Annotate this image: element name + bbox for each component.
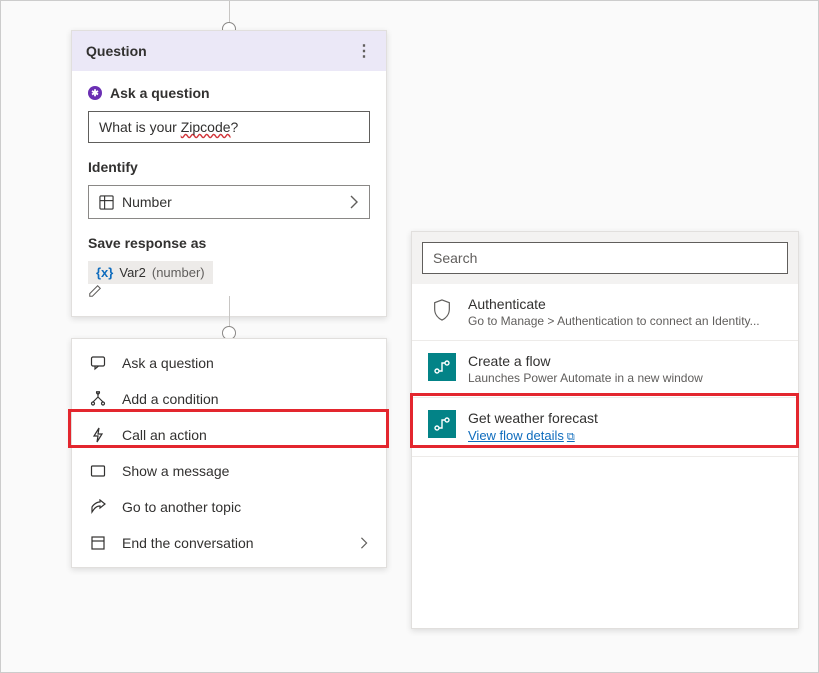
identify-label: Identify	[88, 159, 370, 175]
menu-go-to-topic[interactable]: Go to another topic	[72, 489, 386, 525]
menu-ask-question[interactable]: Ask a question	[72, 345, 386, 381]
entity-icon	[99, 195, 114, 210]
bolt-icon	[90, 427, 108, 443]
end-icon	[90, 535, 108, 551]
save-response-label: Save response as	[88, 235, 370, 251]
flow-icon	[428, 353, 456, 381]
panel-item-subtitle: Launches Power Automate in a new window	[468, 371, 782, 385]
card-menu-kebab-icon[interactable]: ⋮	[356, 41, 372, 61]
chat-icon	[90, 355, 108, 371]
search-input[interactable]: Search	[422, 242, 788, 274]
panel-item-title: Get weather forecast	[468, 410, 782, 426]
add-node-menu: Ask a question Add a condition Call an a…	[71, 338, 387, 568]
card-title: Question	[86, 43, 147, 59]
chevron-right-icon	[360, 537, 368, 549]
share-icon	[90, 499, 108, 515]
identify-dropdown[interactable]: Number	[88, 185, 370, 219]
external-link-icon: ⧉	[567, 431, 575, 443]
flow-icon	[428, 410, 456, 438]
view-flow-details-link[interactable]: View flow details⧉	[468, 428, 782, 444]
card-header: Question ⋮	[72, 31, 386, 71]
variable-chip[interactable]: {x} Var2 (number)	[88, 261, 213, 284]
menu-show-message[interactable]: Show a message	[72, 453, 386, 489]
panel-item-subtitle: Go to Manage > Authentication to connect…	[468, 314, 782, 328]
branch-icon	[90, 391, 108, 407]
panel-item-title: Authenticate	[468, 296, 782, 312]
panel-item-get-weather[interactable]: Get weather forecast View flow details⧉	[412, 398, 798, 457]
menu-call-action[interactable]: Call an action	[72, 417, 386, 453]
panel-item-authenticate[interactable]: Authenticate Go to Manage > Authenticati…	[412, 284, 798, 341]
chevron-right-icon	[349, 195, 359, 209]
search-placeholder: Search	[433, 250, 477, 266]
question-text-input[interactable]: What is your Zipcode?	[88, 111, 370, 143]
menu-add-condition[interactable]: Add a condition	[72, 381, 386, 417]
question-card: Question ⋮ ✱ Ask a question What is your…	[71, 30, 387, 317]
menu-end-conversation[interactable]: End the conversation	[72, 525, 386, 561]
ask-question-label: ✱ Ask a question	[88, 85, 370, 101]
variable-braces-icon: {x}	[96, 265, 113, 280]
message-icon	[90, 463, 108, 479]
ask-dot-icon: ✱	[88, 86, 102, 100]
shield-icon	[428, 296, 456, 324]
panel-item-create-flow[interactable]: Create a flow Launches Power Automate in…	[412, 341, 798, 398]
action-picker-panel: Search Authenticate Go to Manage > Authe…	[411, 231, 799, 629]
panel-item-title: Create a flow	[468, 353, 782, 369]
